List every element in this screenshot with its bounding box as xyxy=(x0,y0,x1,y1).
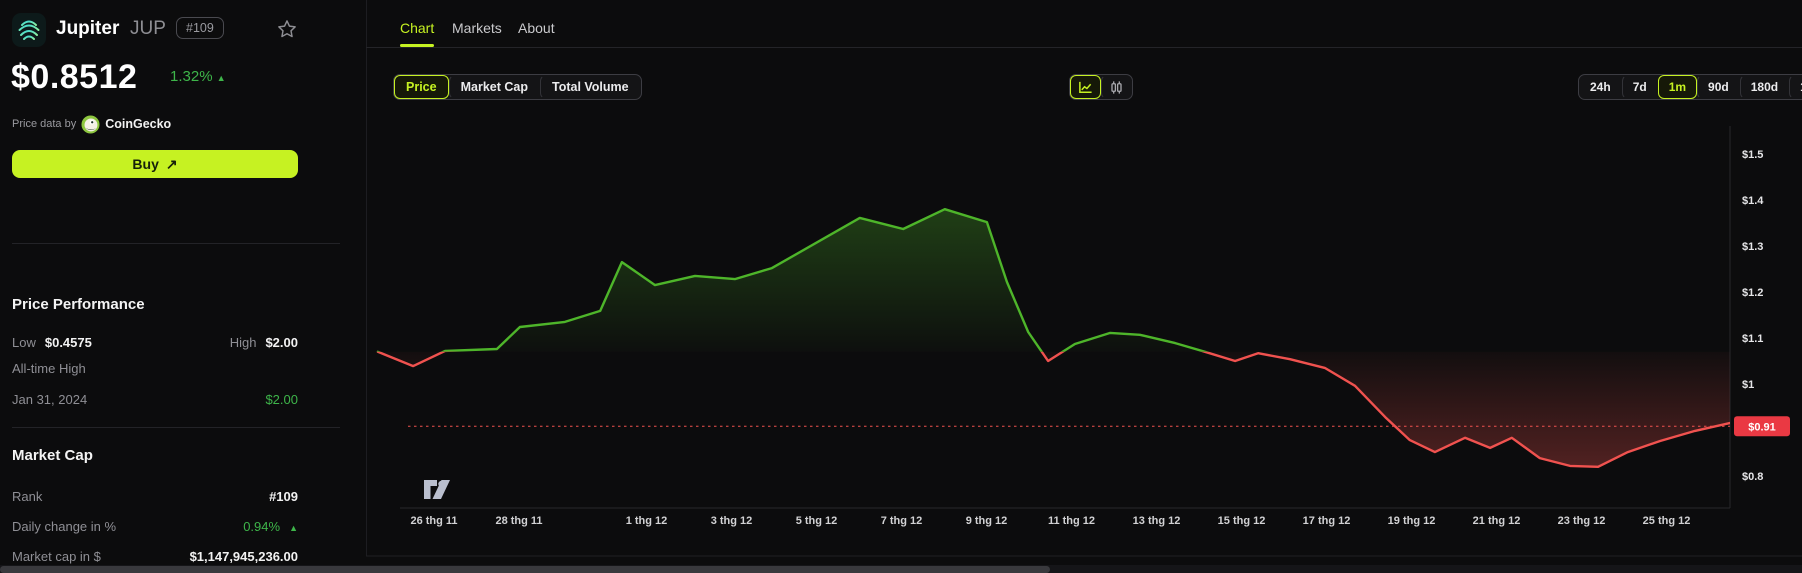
range-button-90d[interactable]: 90d xyxy=(1697,75,1740,99)
rank-row-value: #109 xyxy=(269,489,298,504)
high-row: High $2.00 xyxy=(230,335,298,350)
range-button-7d[interactable]: 7d xyxy=(1621,75,1658,99)
favorite-star-icon[interactable] xyxy=(276,18,298,40)
ath-date: Jan 31, 2024 xyxy=(12,392,88,407)
x-axis-tick-label: 13 thg 12 xyxy=(1133,515,1181,527)
x-axis-tick-label: 21 thg 12 xyxy=(1473,515,1521,527)
range-button-180d[interactable]: 180d xyxy=(1739,75,1789,99)
price-performance-heading: Price Performance xyxy=(12,296,145,313)
y-axis-tick-label: $1.3 xyxy=(1742,241,1763,253)
x-axis-tick-label: 3 thg 12 xyxy=(711,515,753,527)
tab-chart[interactable]: Chart xyxy=(400,20,435,47)
metric-toggle-group: Price Market Cap Total Volume xyxy=(393,74,642,100)
mcap-row-label: Market cap in $ xyxy=(12,549,101,564)
attribution-brand: CoinGecko xyxy=(105,117,172,131)
price-attribution: Price data by CoinGecko xyxy=(12,114,171,134)
x-axis-tick-label: 5 thg 12 xyxy=(796,515,838,527)
mcap-label: Market cap in $ xyxy=(12,549,101,564)
x-axis-tick-label: 1 thg 12 xyxy=(626,515,668,527)
candlestick-chart-button[interactable] xyxy=(1101,75,1132,99)
ath-value-row: $2.00 xyxy=(265,392,298,407)
range-button-24h[interactable]: 24h xyxy=(1579,75,1622,99)
sidebar-divider xyxy=(12,243,340,244)
y-axis-tick-label: $0.8 xyxy=(1742,471,1763,483)
range-button-1m[interactable]: 1m xyxy=(1657,75,1698,99)
rank-label: Rank xyxy=(12,489,43,504)
market-cap-heading: Market Cap xyxy=(12,447,93,464)
rank-value: #109 xyxy=(269,489,298,504)
metric-button-market-cap[interactable]: Market Cap xyxy=(448,75,540,99)
x-axis-tick-label: 17 thg 12 xyxy=(1303,515,1351,527)
chart-type-toggle-group xyxy=(1069,74,1133,100)
coin-detail-page: Jupiter JUP #109 $0.8512 1.32% ▲ Price d… xyxy=(0,0,1802,573)
metric-button-price[interactable]: Price xyxy=(394,75,449,99)
y-axis-tick-label: $1.2 xyxy=(1742,287,1763,299)
ath-label: All-time High xyxy=(12,361,86,376)
x-axis-tick-label: 15 thg 12 xyxy=(1218,515,1266,527)
low-value: $0.4575 xyxy=(44,335,92,350)
line-chart-icon xyxy=(1079,81,1092,93)
x-axis-tick-label: 25 thg 12 xyxy=(1643,515,1691,527)
tab-markets[interactable]: Markets xyxy=(452,20,502,47)
horizontal-scrollbar-thumb[interactable] xyxy=(0,566,1050,573)
attribution-prefix: Price data by xyxy=(12,118,77,130)
daily-change-row-value: 0.94% ▲ xyxy=(243,519,298,534)
candlestick-icon xyxy=(1111,80,1122,94)
daily-change-value: 0.94% xyxy=(243,519,281,534)
mcap-value: $1,147,945,236.00 xyxy=(189,549,298,564)
price-change-value: 1.32% xyxy=(170,68,213,85)
high-value: $2.00 xyxy=(265,335,298,350)
tab-about[interactable]: About xyxy=(518,20,555,47)
y-axis-tick-label: $1.4 xyxy=(1742,195,1764,207)
up-arrow-icon: ▲ xyxy=(289,523,298,533)
sidebar-divider xyxy=(12,427,340,428)
current-price-badge-label: $0.91 xyxy=(1748,421,1776,433)
x-axis-tick-label: 28 thg 11 xyxy=(495,515,542,527)
coin-name: Jupiter xyxy=(56,18,120,39)
coingecko-logo-icon xyxy=(81,114,100,134)
y-axis-tick-label: $1 xyxy=(1742,379,1754,391)
low-label: Low xyxy=(12,335,36,350)
price-change-percent: 1.32% ▲ xyxy=(170,68,226,85)
x-axis-tick-labels: 26 thg 11 28 thg 11 1 thg 12 3 thg 12 5 thg … xyxy=(410,515,1690,527)
coin-symbol: JUP xyxy=(130,18,166,39)
line-chart-button[interactable] xyxy=(1070,75,1101,99)
x-axis-tick-label: 7 thg 12 xyxy=(881,515,923,527)
up-arrow-icon: ▲ xyxy=(216,73,226,83)
external-arrow-icon: ↗ xyxy=(165,155,178,172)
ath-date-row: Jan 31, 2024 xyxy=(12,392,87,407)
metric-button-total-volume[interactable]: Total Volume xyxy=(539,75,641,99)
x-axis-tick-label: 9 thg 12 xyxy=(966,515,1008,527)
ath-value: $2.00 xyxy=(265,392,298,407)
tradingview-logo-icon[interactable] xyxy=(424,480,450,499)
x-axis-tick-label: 19 thg 12 xyxy=(1388,515,1436,527)
daily-change-row-label: Daily change in % xyxy=(12,519,116,534)
ath-label-row: All-time High xyxy=(12,361,86,376)
sidebar: Jupiter JUP #109 $0.8512 1.32% ▲ Price d… xyxy=(0,0,366,573)
jupiter-logo-icon xyxy=(12,13,46,47)
current-price: $0.8512 xyxy=(11,58,138,96)
time-range-group: 24h 7d 1m 90d 180d 1y all xyxy=(1578,74,1802,100)
rank-badge: #109 xyxy=(176,17,224,39)
low-row: Low $0.4575 xyxy=(12,335,92,350)
price-line-chart[interactable]: $0.91 $1.5 $1.4 $1.3 $1.2 $1.1 $1 $0.8 26 thg … xyxy=(366,100,1802,560)
buy-button-label: Buy xyxy=(132,156,159,172)
x-axis-tick-label: 11 thg 12 xyxy=(1048,515,1095,527)
y-axis-tick-label: $1.5 xyxy=(1742,149,1763,161)
high-label: High xyxy=(229,335,257,350)
x-axis-tick-label: 23 thg 12 xyxy=(1558,515,1606,527)
x-axis-tick-label: 26 thg 11 xyxy=(410,515,457,527)
tabbar-border xyxy=(366,47,1802,48)
rank-row-label: Rank xyxy=(12,489,42,504)
daily-change-label: Daily change in % xyxy=(12,519,117,534)
range-button-1y[interactable]: 1y xyxy=(1789,75,1802,99)
mcap-row-value: $1,147,945,236.00 xyxy=(190,549,298,564)
y-axis-tick-label: $1.1 xyxy=(1742,333,1763,345)
buy-button[interactable]: Buy ↗ xyxy=(12,150,298,178)
